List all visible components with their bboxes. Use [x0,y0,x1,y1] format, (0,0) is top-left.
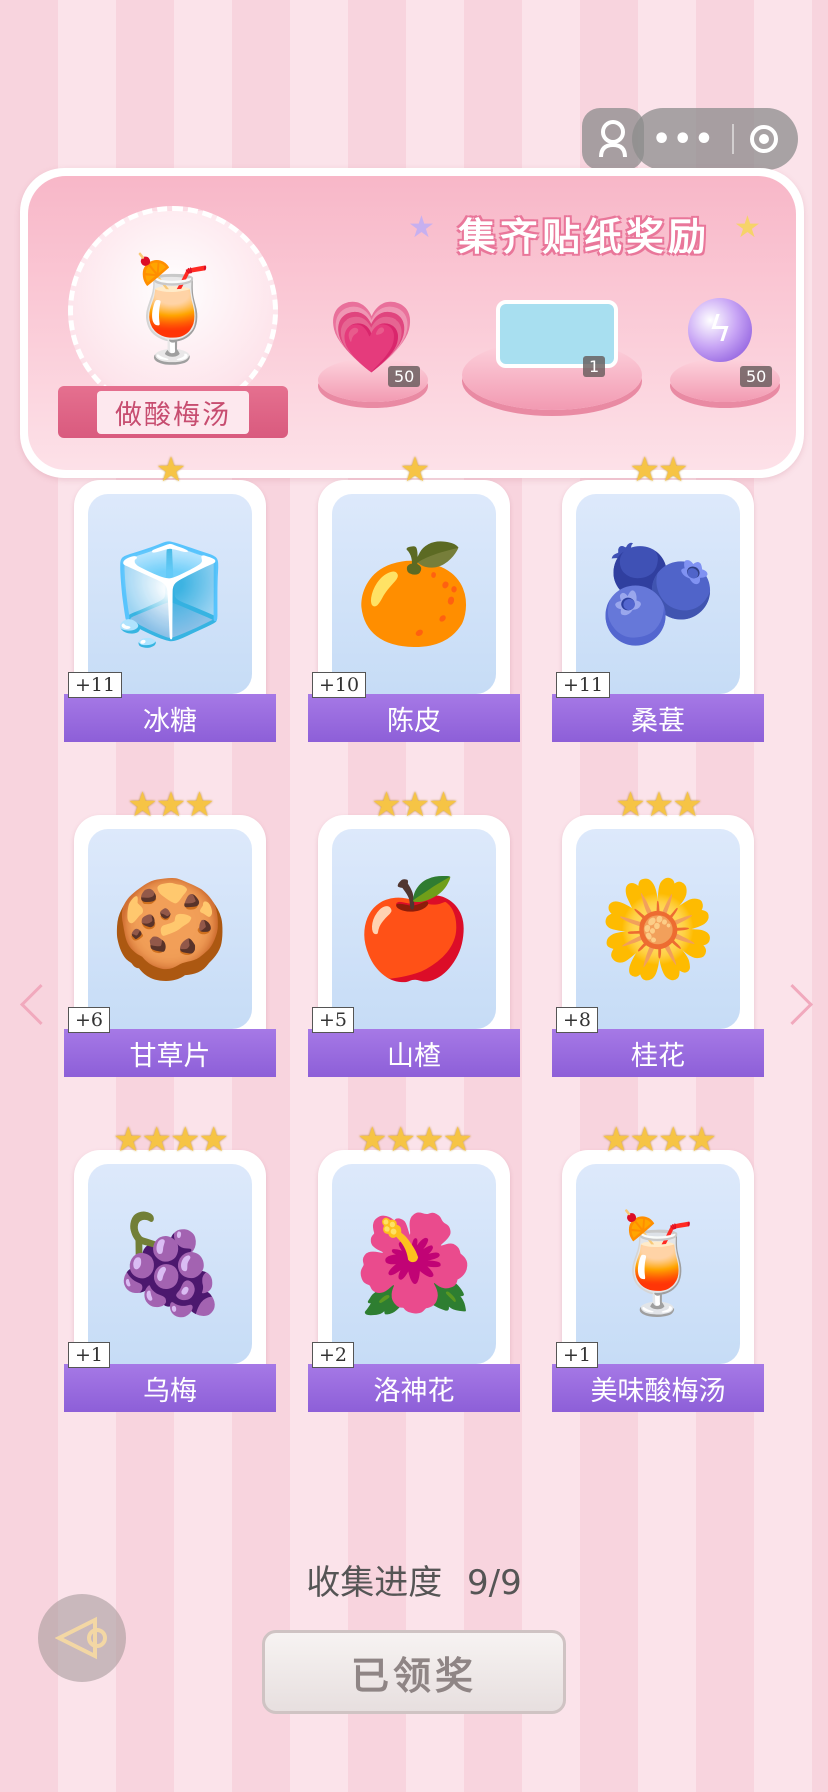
sticker-count-badge: +11 [68,672,123,698]
sticker-count-badge: +1 [68,1342,111,1368]
reward-count: 50 [740,366,773,387]
sticker-image: 🫐 [576,494,740,694]
task-drink-image: 🍹 [68,206,278,416]
sticker-card-frame: 🧊 +11 冰糖 [64,480,276,742]
sticker-card-frame: 🍪 +6 甘草片 [64,815,276,1077]
ingredient-icon: 🌺 [354,1208,474,1320]
user-icon [599,120,627,158]
ingredient-icon: 🌼 [598,873,718,985]
rarity-stars-icon: ★★★ [371,785,458,825]
sticker-card-frame: 🍊 +10 陈皮 [308,480,520,742]
sticker-count-badge: +2 [312,1342,355,1368]
sticker-card[interactable]: ★ 🧊 +11 冰糖 [64,450,276,742]
sticker-image: 🍎 [332,829,496,1029]
sticker-image: 🌺 [332,1164,496,1364]
banner-background: ★ ★ 集齐贴纸奖励 🍹 做酸梅汤 💗 50 1 ϟ 50 [28,176,796,470]
sticker-name: 甘草片 [64,1029,276,1077]
sticker-card[interactable]: ★★★ 🌼 +8 桂花 [552,785,764,1077]
reward-banner: ★ ★ 集齐贴纸奖励 🍹 做酸梅汤 💗 50 1 ϟ 50 [20,168,804,478]
back-button[interactable] [38,1594,126,1682]
sticker-count-badge: +10 [312,672,367,698]
prev-page-arrow-icon[interactable] [19,983,62,1026]
sticker-image: 🌼 [576,829,740,1029]
sticker-image: 🍊 [332,494,496,694]
sticker-count-badge: +5 [312,1007,355,1033]
sticker-card-frame: 🌺 +2 洛神花 [308,1150,520,1412]
sticker-name: 冰糖 [64,694,276,742]
sticker-card-frame: 🍇 +1 乌梅 [64,1150,276,1412]
banner-title: 集齐贴纸奖励 [458,215,711,259]
sticker-image: 🍪 [88,829,252,1029]
sticker-name: 洛神花 [308,1364,520,1412]
rarity-stars-icon: ★★★★ [357,1120,473,1160]
ingredient-icon: 🍇 [110,1208,230,1320]
sticker-name: 桂花 [552,1029,764,1077]
sticker-name: 桑葚 [552,694,764,742]
rarity-stars-icon: ★★★★ [601,1120,717,1160]
star-deco-icon: ★ [408,210,435,245]
rarity-stars-icon: ★ [155,450,186,490]
reward-count: 1 [583,356,606,377]
sticker-card[interactable]: ★★★★ 🍇 +1 乌梅 [64,1120,276,1412]
sticker-name: 山楂 [308,1029,520,1077]
ingredient-icon: 🍊 [354,538,474,650]
energy-orb-icon: ϟ [688,298,752,362]
sticker-card-frame: 🍎 +5 山楂 [308,815,520,1077]
ingredient-icon: 🧊 [110,538,230,650]
sticker-name: 美味酸梅汤 [552,1364,764,1412]
rarity-stars-icon: ★ [399,450,430,490]
sticker-count-badge: +8 [556,1007,599,1033]
sticker-card-frame: 🌼 +8 桂花 [552,815,764,1077]
sticker-name: 陈皮 [308,694,520,742]
sticker-card[interactable]: ★★ 🫐 +11 桑葚 [552,450,764,742]
capsule-divider [731,124,734,154]
reward-count: 50 [388,366,421,387]
back-arrow-icon [55,1616,107,1660]
collection-progress: 收集进度 9/9 [0,1555,828,1604]
task-label-text: 做酸梅汤 [97,390,249,434]
claimed-button[interactable]: 已领奖 [262,1630,566,1714]
progress-value: 9/9 [467,1563,522,1603]
sticker-card[interactable]: ★★★★ 🍹 +1 美味酸梅汤 [552,1120,764,1412]
sticker-image: 🍹 [576,1164,740,1364]
sticker-card[interactable]: ★★★ 🍎 +5 山楂 [308,785,520,1077]
sticker-card-frame: 🫐 +11 桑葚 [552,480,764,742]
more-icon[interactable]: ••• [652,122,716,157]
sour-plum-drink-icon: 🍹 [110,251,236,368]
sticker-card[interactable]: ★★★★ 🌺 +2 洛神花 [308,1120,520,1412]
mini-program-capsule: ••• [632,108,798,170]
ingredient-icon: 🍪 [110,873,230,985]
sticker-image: 🍇 [88,1164,252,1364]
rarity-stars-icon: ★★★ [615,785,702,825]
sticker-card[interactable]: ★ 🍊 +10 陈皮 [308,450,520,742]
task-label: 做酸梅汤 [58,386,288,438]
sticker-count-badge: +1 [556,1342,599,1368]
sticker-card[interactable]: ★★★ 🍪 +6 甘草片 [64,785,276,1077]
next-page-arrow-icon[interactable] [771,983,814,1026]
star-deco-icon: ★ [734,210,761,245]
sticker-card-frame: 🍹 +1 美味酸梅汤 [552,1150,764,1412]
rarity-stars-icon: ★★★ [127,785,214,825]
rarity-stars-icon: ★★ [629,450,689,490]
ingredient-icon: 🍎 [354,873,474,985]
close-target-icon[interactable] [750,125,778,153]
sticker-name: 乌梅 [64,1364,276,1412]
sticker-count-badge: +6 [68,1007,111,1033]
sticker-count-badge: +11 [556,672,611,698]
sticker-image: 🧊 [88,494,252,694]
progress-label: 收集进度 [306,1563,443,1603]
ingredient-icon: 🫐 [598,538,718,650]
ingredient-icon: 🍹 [598,1208,718,1320]
rarity-stars-icon: ★★★★ [113,1120,229,1160]
